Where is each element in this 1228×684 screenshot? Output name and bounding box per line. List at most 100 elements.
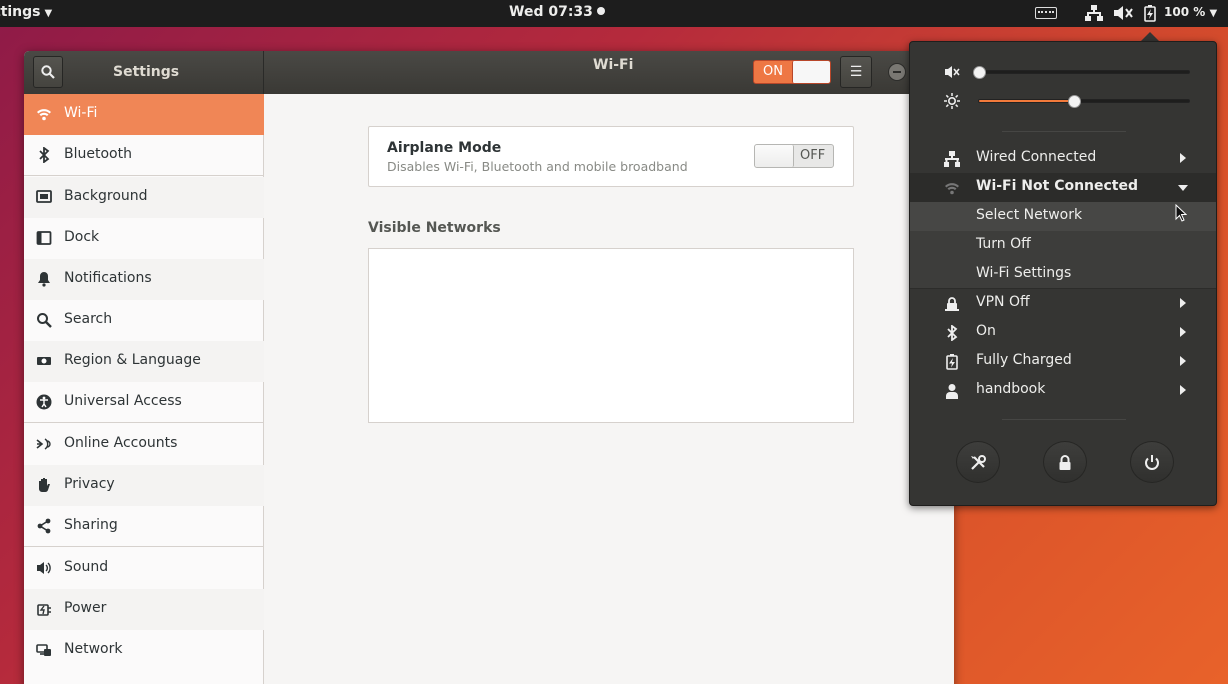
volume-slider[interactable] bbox=[973, 66, 1190, 79]
volume-slider-row bbox=[910, 60, 1216, 84]
sidebar-item-sound[interactable]: Sound bbox=[24, 548, 264, 589]
menu-item-wifi-settings[interactable]: Wi-Fi Settings bbox=[910, 260, 1216, 289]
bell-icon bbox=[38, 272, 50, 287]
sidebar-item-background[interactable]: Background bbox=[24, 177, 264, 218]
menu-item-battery[interactable]: Fully Charged bbox=[910, 347, 1216, 376]
sidebar-title: Settings bbox=[113, 64, 180, 80]
brightness-slider-knob[interactable] bbox=[1067, 95, 1081, 108]
top-bar: ttings▼ Wed 07:33 100 % ▼ bbox=[0, 0, 1228, 27]
lock-icon bbox=[1059, 455, 1071, 470]
network-icon bbox=[36, 644, 51, 656]
battery-charging-icon[interactable] bbox=[1144, 5, 1156, 22]
airplane-mode-row: Airplane Mode Disables Wi-Fi, Bluetooth … bbox=[368, 126, 854, 187]
minimize-button[interactable] bbox=[888, 63, 906, 81]
airplane-mode-title: Airplane Mode bbox=[387, 140, 502, 156]
wifi-icon bbox=[945, 183, 959, 195]
power-button[interactable] bbox=[1130, 441, 1174, 483]
app-menu-label: ttings bbox=[0, 4, 41, 20]
menu-item-bluetooth[interactable]: On bbox=[910, 318, 1216, 347]
menu-item-label: Wired Connected bbox=[976, 149, 1097, 165]
sidebar-item-region-language[interactable]: Region & Language bbox=[24, 341, 264, 382]
search-button[interactable] bbox=[33, 56, 63, 88]
sidebar-item-label: Background bbox=[64, 188, 148, 204]
notification-dot-icon bbox=[596, 7, 605, 15]
lock-button[interactable] bbox=[1043, 441, 1087, 483]
mouse-cursor-icon bbox=[1175, 204, 1187, 222]
menu-item-wired[interactable]: Wired Connected bbox=[910, 144, 1216, 173]
sidebar-item-label: Network bbox=[64, 641, 123, 657]
keyboard-icon[interactable] bbox=[1035, 7, 1057, 19]
wifi-icon bbox=[37, 109, 51, 121]
region-icon bbox=[37, 357, 51, 365]
sidebar-item-label: Sound bbox=[64, 559, 109, 575]
menu-item-label: Wi-Fi Not Connected bbox=[976, 178, 1139, 194]
page-title: Wi-Fi bbox=[593, 57, 634, 73]
sidebar-item-power[interactable]: Power bbox=[24, 589, 264, 630]
chevron-right-icon bbox=[1180, 385, 1186, 395]
battery-percent[interactable]: 100 % ▼ bbox=[1164, 5, 1217, 19]
battery-charging-icon bbox=[946, 354, 958, 370]
hamburger-icon: ☰ bbox=[849, 64, 863, 80]
sidebar-item-label: Search bbox=[64, 311, 113, 327]
menu-item-select-network[interactable]: Select Network bbox=[910, 202, 1216, 231]
battery-percent-label: 100 % bbox=[1164, 5, 1206, 19]
universal-access-icon bbox=[36, 394, 52, 410]
sidebar-item-bluetooth[interactable]: Bluetooth bbox=[24, 135, 264, 176]
sidebar-item-online-accounts[interactable]: Online Accounts bbox=[24, 424, 264, 465]
airplane-toggle-knob bbox=[755, 145, 794, 167]
menu-item-user[interactable]: handbook bbox=[910, 376, 1216, 405]
sidebar-item-sharing[interactable]: Sharing bbox=[24, 506, 264, 547]
airplane-mode-toggle[interactable]: OFF bbox=[754, 144, 834, 168]
menu-item-label: Select Network bbox=[976, 207, 1083, 223]
sidebar-item-label: Bluetooth bbox=[64, 146, 132, 162]
user-icon bbox=[946, 384, 958, 399]
volume-slider-knob[interactable] bbox=[973, 66, 986, 79]
background-icon bbox=[36, 190, 52, 203]
menu-item-label: Turn Off bbox=[976, 236, 1031, 252]
sidebar-item-label: Online Accounts bbox=[64, 435, 178, 451]
menu-item-label: handbook bbox=[976, 381, 1046, 397]
power-icon bbox=[1145, 455, 1159, 470]
sidebar-item-notifications[interactable]: Notifications bbox=[24, 259, 264, 300]
wifi-toggle[interactable]: ON bbox=[753, 60, 831, 84]
menu-item-label: VPN Off bbox=[976, 294, 1030, 310]
dock-icon bbox=[36, 231, 52, 245]
sidebar-item-network[interactable]: Network bbox=[24, 630, 264, 671]
network-icon[interactable] bbox=[1085, 5, 1103, 21]
bluetooth-icon bbox=[947, 325, 958, 341]
menu-item-wifi[interactable]: Wi-Fi Not Connected bbox=[910, 173, 1216, 202]
airplane-toggle-label: OFF bbox=[800, 148, 826, 163]
chevron-down-icon: ▼ bbox=[1209, 8, 1218, 19]
menu-item-label: Fully Charged bbox=[976, 352, 1072, 368]
search-icon bbox=[41, 65, 55, 79]
volume-muted-icon[interactable] bbox=[1113, 5, 1133, 21]
sidebar-item-privacy[interactable]: Privacy bbox=[24, 465, 264, 506]
sidebar-item-universal-access[interactable]: Universal Access bbox=[24, 382, 264, 423]
header-bar: Settings Wi-Fi ON ☰ bbox=[24, 51, 954, 94]
settings-window: Settings Wi-Fi ON ☰ Wi-Fi Bluetooth Back… bbox=[24, 51, 954, 684]
wifi-toggle-label: ON bbox=[763, 64, 783, 79]
menu-button[interactable]: ☰ bbox=[840, 56, 872, 88]
settings-button[interactable] bbox=[956, 441, 1000, 483]
search-icon bbox=[37, 313, 52, 328]
brightness-slider-fill bbox=[979, 100, 1074, 102]
clock[interactable]: Wed 07:33 bbox=[509, 4, 605, 20]
visible-networks-list bbox=[368, 248, 854, 423]
sidebar-item-label: Power bbox=[64, 600, 107, 616]
chevron-right-icon bbox=[1180, 356, 1186, 366]
online-accounts-icon bbox=[36, 438, 51, 450]
sidebar-item-wifi[interactable]: Wi-Fi bbox=[24, 94, 264, 135]
brightness-slider[interactable] bbox=[978, 95, 1190, 108]
app-menu[interactable]: ttings▼ bbox=[0, 4, 52, 20]
system-menu: Wired Connected Wi-Fi Not Connected Sele… bbox=[909, 41, 1217, 506]
sidebar-item-dock[interactable]: Dock bbox=[24, 218, 264, 259]
menu-item-vpn[interactable]: VPN Off bbox=[910, 289, 1216, 318]
bluetooth-icon bbox=[39, 147, 50, 163]
wifi-toggle-knob bbox=[792, 61, 830, 83]
speaker-icon bbox=[37, 562, 51, 574]
sidebar-item-search[interactable]: Search bbox=[24, 300, 264, 341]
menu-item-turn-off[interactable]: Turn Off bbox=[910, 231, 1216, 260]
vpn-lock-icon bbox=[945, 297, 959, 311]
brightness-slider-row bbox=[910, 89, 1216, 113]
airplane-mode-subtitle: Disables Wi-Fi, Bluetooth and mobile bro… bbox=[387, 159, 688, 174]
